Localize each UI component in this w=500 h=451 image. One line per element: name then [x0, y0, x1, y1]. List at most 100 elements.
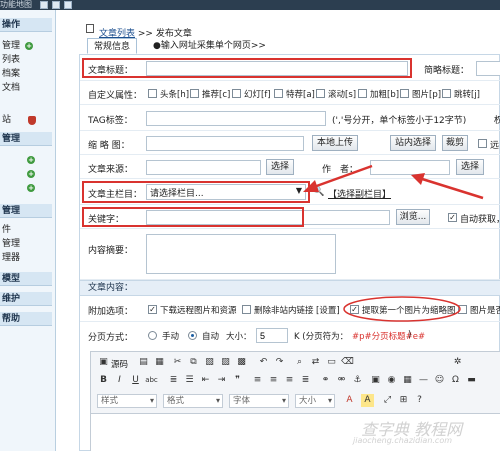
undo-icon[interactable]: ↶	[257, 356, 270, 369]
search-icon[interactable]: 🔍	[312, 186, 324, 197]
strikethrough-icon[interactable]: abc	[145, 374, 158, 387]
paste-text-icon[interactable]: ▨	[219, 356, 232, 369]
flash-icon[interactable]: ◉	[385, 374, 398, 387]
plus-icon[interactable]: +	[27, 184, 35, 192]
site-select-button[interactable]: 站内选择	[390, 135, 436, 151]
image-icon[interactable]: ▣	[369, 374, 382, 387]
align-center-icon[interactable]: ≡	[267, 374, 280, 387]
short-title-input[interactable]	[476, 61, 500, 76]
paging-auto-radio[interactable]	[188, 331, 197, 340]
source-icon[interactable]: ▣	[97, 356, 110, 369]
category-select[interactable]: 请选择栏目... ▼	[146, 184, 306, 200]
title-input[interactable]	[146, 61, 408, 76]
tab-basic-info[interactable]: 常规信息	[87, 38, 138, 54]
attr-checkbox[interactable]	[232, 89, 241, 98]
sidebar-header[interactable]: 操作	[0, 18, 52, 32]
outdent-icon[interactable]: ⇤	[199, 374, 212, 387]
sidebar-header[interactable]: 管理	[0, 132, 52, 146]
sidebar-header[interactable]: 帮助	[0, 312, 52, 326]
background-color-icon[interactable]: A	[361, 394, 374, 407]
plus-icon[interactable]: +	[27, 156, 35, 164]
maximize-icon[interactable]: ⤢	[381, 394, 394, 407]
smiley-icon[interactable]: ☺	[433, 374, 446, 387]
find-icon[interactable]: ⌕	[293, 356, 306, 369]
attr-checkbox[interactable]	[442, 89, 451, 98]
plus-icon[interactable]: +	[27, 170, 35, 178]
sub-category-link[interactable]: 【选择副栏目】	[328, 187, 391, 200]
source-select-button[interactable]: 选择	[266, 159, 294, 175]
source-button[interactable]: 源码	[111, 358, 128, 370]
sidebar-item[interactable]: 文档	[2, 82, 52, 94]
bold-icon[interactable]: B	[97, 374, 110, 387]
save-icon[interactable]: ▦	[153, 356, 166, 369]
sidebar-item[interactable]: 列表	[2, 54, 52, 66]
align-left-icon[interactable]: ≡	[251, 374, 264, 387]
thumb-input[interactable]	[146, 136, 304, 151]
crop-button[interactable]: 裁剪	[442, 135, 468, 151]
table-icon[interactable]: ▦	[401, 374, 414, 387]
plus-icon[interactable]: +	[25, 42, 33, 50]
text-color-icon[interactable]: A	[343, 394, 356, 407]
settings-icon[interactable]: ✲	[451, 356, 464, 369]
format-select[interactable]: 格式	[163, 394, 223, 408]
sidebar-item[interactable]: 档案	[2, 68, 52, 80]
summary-textarea[interactable]	[146, 234, 336, 274]
font-select[interactable]: 字体	[229, 394, 289, 408]
sidebar-header[interactable]: 模型	[0, 272, 52, 286]
page-break-icon[interactable]: ▬	[465, 374, 478, 387]
link-icon[interactable]: ⚭	[319, 374, 332, 387]
anchor-icon[interactable]: ⚓	[351, 374, 364, 387]
paste-word-icon[interactable]: ▩	[235, 356, 248, 369]
upload-button[interactable]: 本地上传	[312, 135, 358, 151]
settings-link[interactable]: [设置]	[316, 304, 340, 316]
justify-icon[interactable]: ≣	[299, 374, 312, 387]
attr-checkbox[interactable]	[148, 89, 157, 98]
sidebar-item[interactable]: 件	[2, 224, 52, 236]
attr-checkbox[interactable]	[190, 89, 199, 98]
sidebar-item[interactable]: 管理	[2, 238, 52, 250]
align-right-icon[interactable]: ≡	[283, 374, 296, 387]
tag-input[interactable]	[146, 111, 326, 126]
underline-icon[interactable]: U	[129, 374, 142, 387]
sidebar-item[interactable]: 理器	[2, 252, 52, 264]
select-all-icon[interactable]: ▭	[325, 356, 338, 369]
attr-checkbox[interactable]	[274, 89, 283, 98]
attr-checkbox[interactable]	[316, 89, 325, 98]
quote-icon[interactable]: ❞	[231, 374, 244, 387]
paste-icon[interactable]: ▧	[203, 356, 216, 369]
paging-manual-radio[interactable]	[148, 331, 157, 340]
image-option-checkbox[interactable]	[458, 305, 467, 314]
paging-size-input[interactable]	[256, 328, 288, 343]
format-icon[interactable]: ⌫	[341, 356, 354, 369]
help-icon[interactable]: ?	[413, 394, 426, 407]
document-icon[interactable]: ▤	[137, 356, 150, 369]
special-char-icon[interactable]: Ω	[449, 374, 462, 387]
indent-icon[interactable]: ⇥	[215, 374, 228, 387]
italic-icon[interactable]: I	[113, 374, 126, 387]
author-select-button[interactable]: 选择	[456, 159, 484, 175]
redo-icon[interactable]: ↷	[273, 356, 286, 369]
sidebar-item[interactable]: 站	[2, 114, 52, 126]
font-size-select[interactable]: 大小	[295, 394, 335, 408]
bullet-list-icon[interactable]: ☰	[183, 374, 196, 387]
tab-collect-url[interactable]: ●输入网址采集单个网页>>	[147, 38, 272, 54]
horizontal-rule-icon[interactable]: —	[417, 374, 430, 387]
unlink-icon[interactable]: ⚮	[335, 374, 348, 387]
keyword-input[interactable]	[146, 210, 390, 225]
source-input[interactable]	[146, 160, 261, 175]
sidebar-header[interactable]: 维护	[0, 292, 52, 306]
browse-button[interactable]: 浏览...	[396, 209, 430, 225]
window-icon[interactable]	[40, 1, 48, 9]
attr-checkbox[interactable]	[400, 89, 409, 98]
author-input[interactable]	[370, 160, 450, 175]
remote-checkbox[interactable]	[478, 139, 487, 148]
auto-fetch-checkbox[interactable]	[448, 213, 457, 222]
first-image-checkbox[interactable]	[350, 305, 359, 314]
sidebar-header[interactable]: 管理	[0, 204, 52, 218]
attr-checkbox[interactable]	[358, 89, 367, 98]
remove-links-checkbox[interactable]	[242, 305, 251, 314]
cut-icon[interactable]: ✂	[171, 356, 184, 369]
replace-icon[interactable]: ⇄	[309, 356, 322, 369]
copy-icon[interactable]: ⧉	[187, 356, 200, 369]
ordered-list-icon[interactable]: ≣	[167, 374, 180, 387]
